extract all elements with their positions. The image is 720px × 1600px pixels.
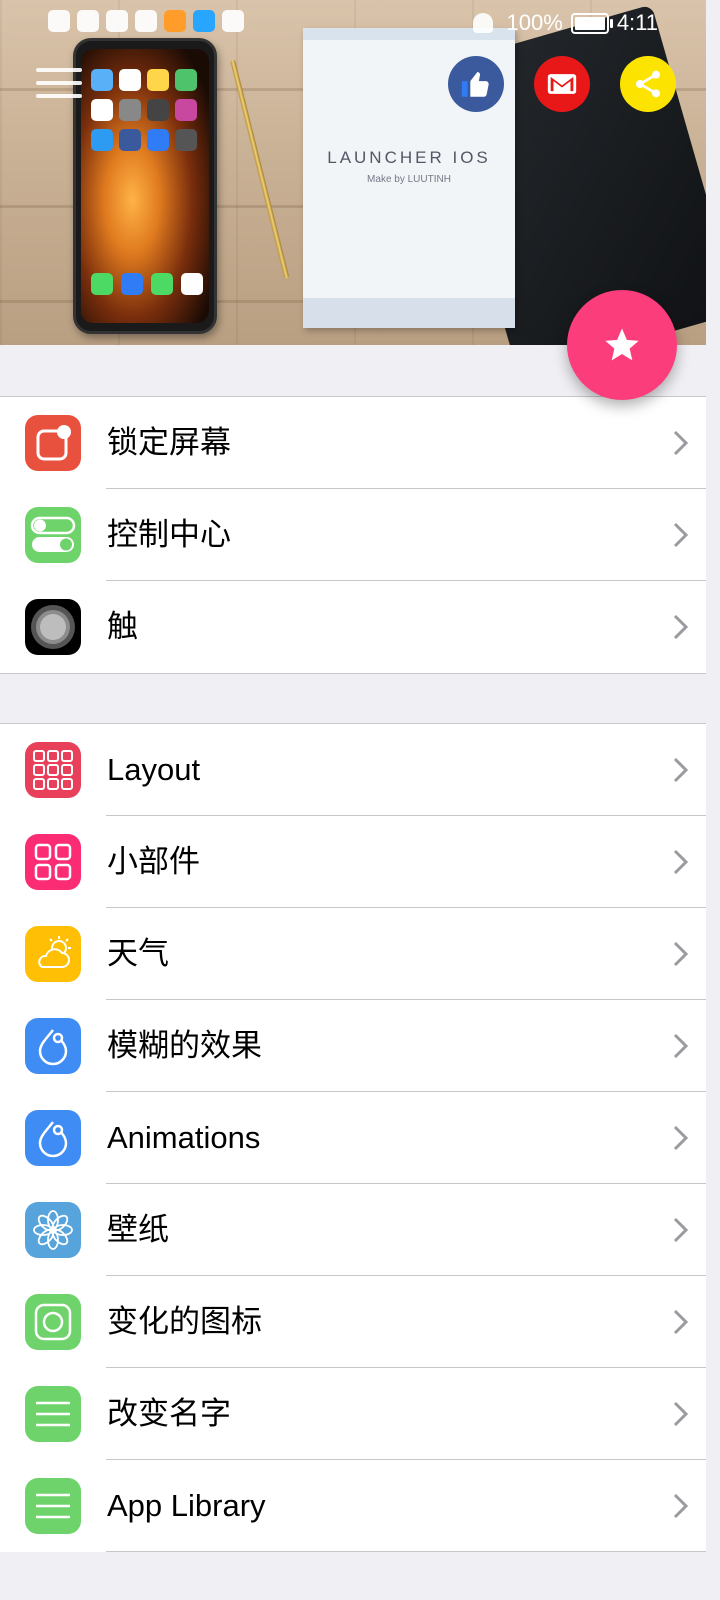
- list-item-label: 改变名字: [107, 1396, 231, 1431]
- chevron-right-icon: [673, 1309, 689, 1335]
- search-app-icon: [193, 10, 215, 32]
- status-right: 100% 4:11: [472, 10, 658, 36]
- phone-app-grid: [91, 69, 197, 151]
- toggle-icon: [25, 507, 81, 563]
- like-button[interactable]: [448, 56, 504, 112]
- list-item-label: 小部件: [107, 844, 200, 879]
- list-item-label: 壁纸: [107, 1212, 169, 1247]
- grid-icon: [25, 742, 81, 798]
- list-item-change-icons[interactable]: 变化的图标: [0, 1276, 706, 1368]
- wifi-icon: [77, 10, 99, 32]
- list-item-label: Layout: [107, 752, 201, 787]
- chevron-right-icon: [673, 757, 689, 783]
- battery-icon: [570, 12, 613, 34]
- status-bar: 100% 4:11: [0, 0, 720, 48]
- share-icon: [636, 70, 660, 98]
- chevron-right-icon: [673, 1033, 689, 1059]
- lines-icon: [25, 1386, 81, 1442]
- list-item-animations[interactable]: Animations: [0, 1092, 706, 1184]
- list-item-lock-screen[interactable]: 锁定屏幕: [0, 397, 706, 489]
- bell-off-icon: [472, 13, 493, 33]
- lock-screen-icon: [25, 415, 81, 471]
- share-button[interactable]: [620, 56, 676, 112]
- thumbs-up-icon: [461, 71, 489, 97]
- settings-group-1: 锁定屏幕 控制中心 触: [0, 396, 706, 674]
- camera-frame-icon: [25, 1294, 81, 1350]
- list-item-weather[interactable]: 天气: [0, 908, 706, 1000]
- flower-icon: [25, 1202, 81, 1258]
- animation-drop-icon: [25, 1110, 81, 1166]
- health-icon: [106, 10, 128, 32]
- list-item-label: App Library: [107, 1488, 266, 1523]
- list-item-label: 模糊的效果: [107, 1028, 262, 1063]
- chevron-right-icon: [673, 849, 689, 875]
- chevron-right-icon: [673, 941, 689, 967]
- book-subtitle: Make by LUUTINH: [367, 174, 451, 185]
- chevron-right-icon: [673, 430, 689, 456]
- list-item-assistive-touch[interactable]: 触: [0, 581, 706, 673]
- list-item-label: Animations: [107, 1120, 261, 1155]
- chevron-right-icon: [673, 1401, 689, 1427]
- chevron-right-icon: [673, 1493, 689, 1519]
- settings-group-2: Layout 小部件 天气 模糊的效果 Animations 壁纸 变化的图标 …: [0, 723, 706, 1552]
- chevron-right-icon: [673, 614, 689, 640]
- list-item-blur-effect[interactable]: 模糊的效果: [0, 1000, 706, 1092]
- book-title: LAUNCHER IOS: [327, 148, 491, 167]
- bag-icon: [135, 10, 157, 32]
- phone-dock: [91, 273, 203, 295]
- blur-drop-icon: [25, 1018, 81, 1074]
- phone-image: [73, 38, 217, 334]
- list-item-label: 触: [107, 609, 138, 644]
- menu-icon[interactable]: [36, 68, 82, 98]
- gmail-icon: [547, 74, 577, 94]
- list-item-label: 变化的图标: [107, 1304, 262, 1339]
- list-item-layout[interactable]: Layout: [0, 724, 706, 816]
- ball-icon: [222, 10, 244, 32]
- lines-icon: [25, 1478, 81, 1534]
- pen-image: [230, 59, 290, 279]
- list-item-label: 控制中心: [107, 517, 231, 552]
- weather-icon: [25, 926, 81, 982]
- assistive-touch-icon: [25, 599, 81, 655]
- play-icon: [164, 10, 186, 32]
- list-item-label: 天气: [107, 936, 169, 971]
- list-item-label: 锁定屏幕: [107, 425, 231, 460]
- list-item-control-center[interactable]: 控制中心: [0, 489, 706, 581]
- chevron-right-icon: [673, 1125, 689, 1151]
- list-item-app-library[interactable]: App Library: [0, 1460, 706, 1552]
- battery-percent: 100%: [506, 10, 563, 35]
- star-icon: [605, 328, 639, 361]
- list-item-widgets[interactable]: 小部件: [0, 816, 706, 908]
- alert-icon: [48, 10, 70, 32]
- chevron-right-icon: [673, 1217, 689, 1243]
- list-item-change-name[interactable]: 改变名字: [0, 1368, 706, 1460]
- phone-screen: [81, 49, 209, 323]
- list-item-wallpaper[interactable]: 壁纸: [0, 1184, 706, 1276]
- mail-button[interactable]: [534, 56, 590, 112]
- clock: 4:11: [616, 10, 658, 35]
- notification-icons: [48, 10, 244, 32]
- widgets-icon: [25, 834, 81, 890]
- chevron-right-icon: [673, 522, 689, 548]
- rate-fab-button[interactable]: [567, 290, 677, 400]
